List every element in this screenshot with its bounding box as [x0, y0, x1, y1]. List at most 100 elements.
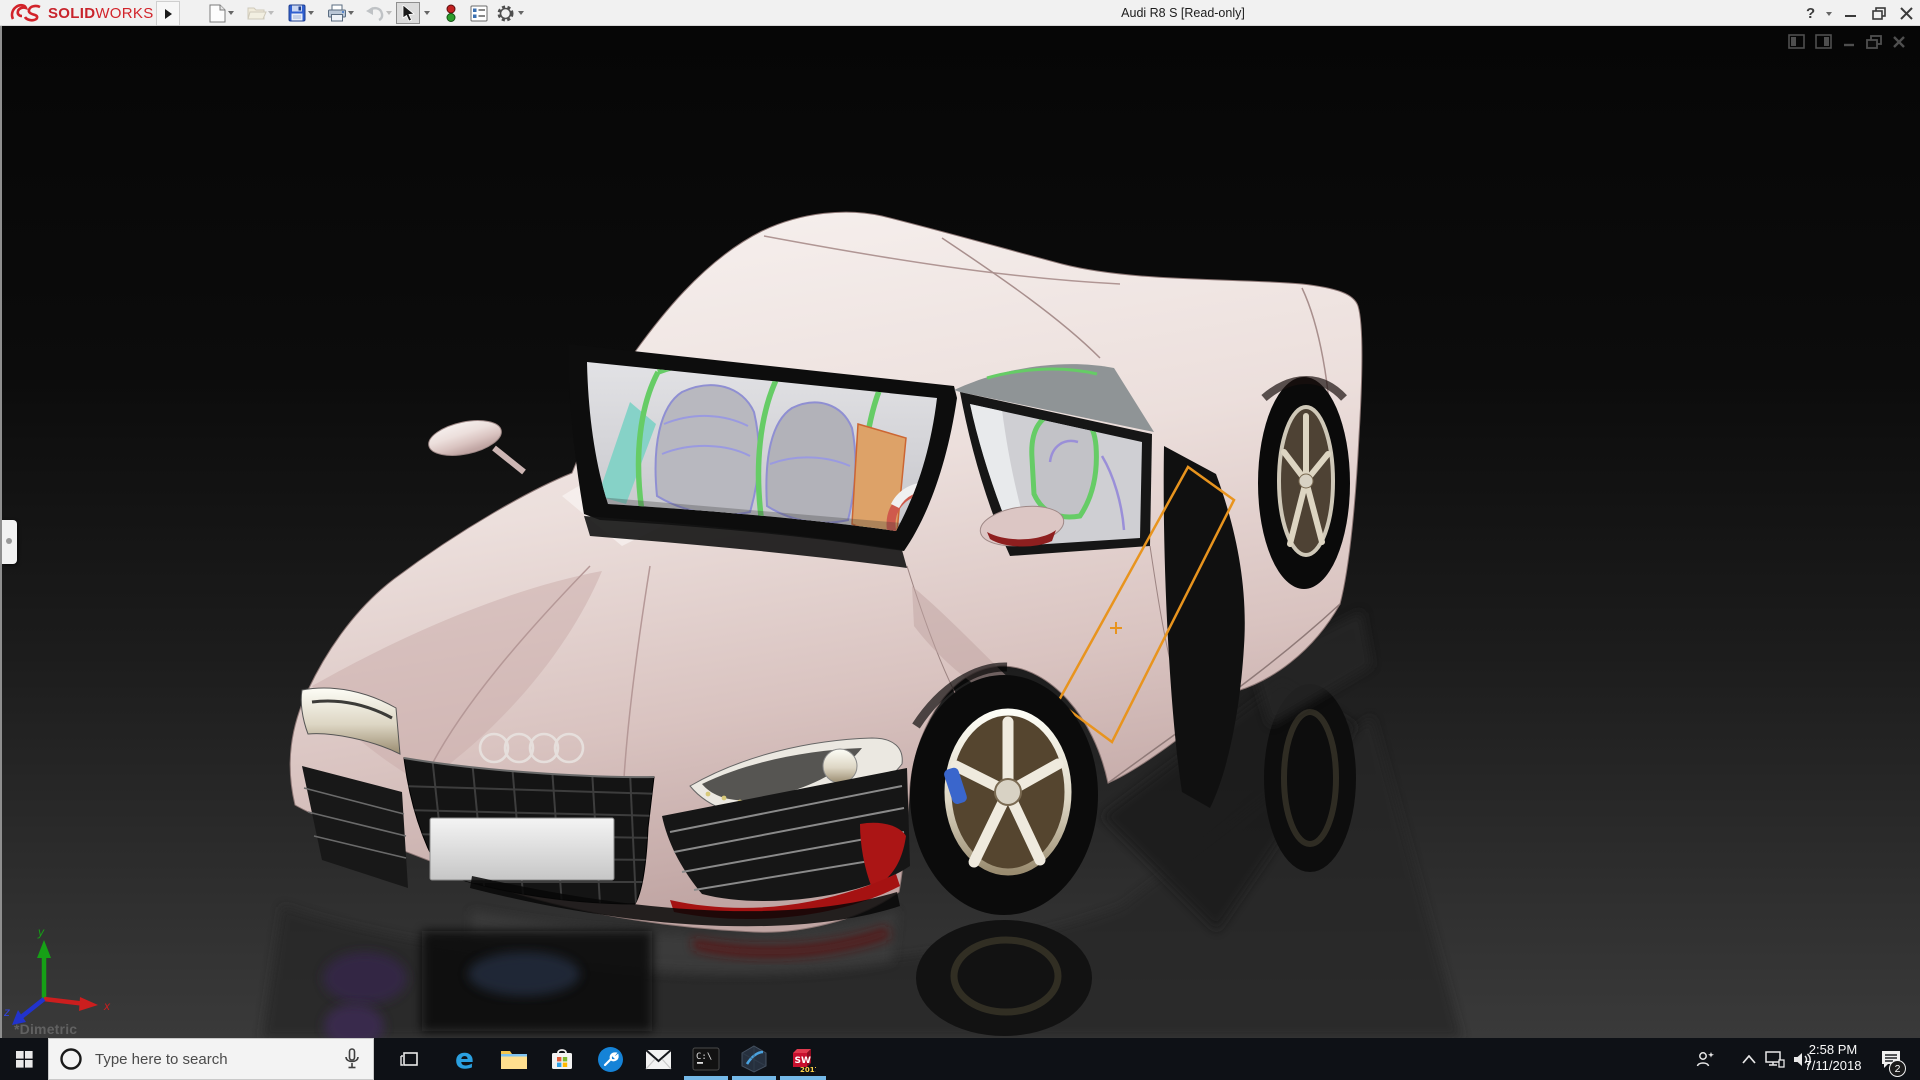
people-button[interactable]	[1690, 1038, 1720, 1080]
command-prompt-icon: C:\	[692, 1047, 720, 1071]
front-wheel[interactable]	[910, 662, 1098, 915]
new-file-dropdown[interactable]	[228, 11, 234, 15]
triad-y-label: y	[37, 925, 45, 939]
svg-text:C:\: C:\	[696, 1052, 712, 1062]
view-orientation-label: *Dimetric	[14, 1021, 78, 1037]
file-explorer-icon	[501, 1050, 527, 1069]
svg-text:SW: SW	[795, 1056, 811, 1066]
options-gear-icon	[497, 5, 513, 21]
pane-toggle-left-icon[interactable]	[1788, 34, 1805, 49]
hexagon-app-icon	[741, 1045, 767, 1073]
task-view-icon	[400, 1052, 418, 1066]
select-tool-button[interactable]	[396, 2, 420, 24]
store-icon	[552, 1049, 572, 1069]
windows-logo-icon	[15, 1050, 33, 1068]
new-file-button[interactable]	[206, 2, 228, 24]
file-properties-button[interactable]	[468, 2, 490, 24]
search-input[interactable]: Type here to search	[48, 1038, 374, 1080]
solidworks-logo-icon	[10, 3, 41, 22]
start-button[interactable]	[0, 1038, 48, 1080]
clock[interactable]: 2:58 PM 7/11/2018	[1794, 1042, 1872, 1074]
svg-text:2017: 2017	[800, 1066, 816, 1073]
titlebar: SOLID WORKS Audi R8 S [Read-only] ?	[0, 0, 1920, 26]
undo-dropdown[interactable]	[386, 11, 392, 15]
network-icon	[1765, 1050, 1785, 1068]
restore-icon	[1872, 6, 1886, 20]
save-button[interactable]	[286, 2, 308, 24]
svg-text:e: e	[455, 1044, 474, 1074]
clock-time: 2:58 PM	[1808, 1042, 1858, 1057]
taskbar-app-mail[interactable]	[634, 1038, 682, 1080]
doc-close-icon[interactable]	[1892, 35, 1906, 49]
new-file-icon	[209, 4, 225, 22]
triad-x-label: x	[103, 999, 111, 1013]
solidworks-2017-icon: SW 2017	[793, 1049, 816, 1073]
orientation-triad: y x z	[4, 925, 111, 1025]
file-properties-icon	[470, 5, 488, 21]
pane-toggle-right-icon[interactable]	[1815, 34, 1832, 49]
chevron-up-icon	[1742, 1054, 1756, 1064]
cortana-icon	[60, 1048, 82, 1070]
app-restore-button[interactable]	[1872, 0, 1886, 26]
brand-logo: SOLID WORKS	[10, 3, 154, 23]
taskbar-app-support-utility[interactable]	[586, 1038, 634, 1080]
car-model-render[interactable]	[2, 26, 1920, 1038]
mail-icon	[644, 1048, 672, 1069]
taskbar-app-edge[interactable]: e	[442, 1038, 490, 1080]
wrench-circle-icon	[597, 1046, 623, 1072]
select-tool-dropdown[interactable]	[424, 11, 430, 15]
rear-wheel[interactable]	[1258, 376, 1350, 589]
taskbar-app-solidworks[interactable]: SW 2017	[778, 1038, 826, 1080]
running-indicator-cmd	[684, 1076, 728, 1080]
taskbar-app-file-explorer[interactable]	[490, 1038, 538, 1080]
doc-restore-icon[interactable]	[1866, 34, 1882, 49]
taskbar-app-visualize[interactable]	[730, 1038, 778, 1080]
open-file-button[interactable]	[246, 2, 268, 24]
microphone-icon[interactable]	[343, 1048, 361, 1070]
help-dropdown[interactable]	[1826, 12, 1832, 16]
taskbar-app-command-prompt[interactable]: C:\	[682, 1038, 730, 1080]
graphics-area[interactable]: y x z *Dimetric	[0, 26, 1920, 1038]
app-minimize-button[interactable]	[1844, 0, 1857, 26]
options-dropdown[interactable]	[518, 11, 524, 15]
save-icon	[288, 4, 306, 22]
taskbar-app-store[interactable]	[538, 1038, 586, 1080]
print-icon	[328, 4, 346, 22]
options-button[interactable]	[494, 2, 516, 24]
save-dropdown[interactable]	[308, 11, 314, 15]
select-arrow-icon	[402, 4, 415, 22]
window-title: Audi R8 S [Read-only]	[1121, 6, 1245, 20]
notification-badge: 2	[1889, 1060, 1906, 1077]
print-dropdown[interactable]	[348, 11, 354, 15]
license-plate	[429, 817, 615, 881]
help-button[interactable]: ?	[1806, 0, 1815, 26]
open-file-dropdown[interactable]	[268, 11, 274, 15]
brand-text-solid: SOLID	[48, 4, 96, 22]
close-icon	[1900, 6, 1913, 20]
document-window-controls	[1788, 34, 1906, 49]
network-button[interactable]	[1760, 1038, 1790, 1080]
task-view-button[interactable]	[386, 1038, 434, 1080]
running-indicator-visualize	[732, 1076, 776, 1080]
traffic-light-icon	[446, 4, 456, 22]
doc-minimize-icon[interactable]	[1842, 35, 1856, 49]
clock-date: 7/11/2018	[1804, 1058, 1862, 1073]
brand-text-works: WORKS	[95, 4, 154, 22]
panel-tab-grip	[6, 538, 12, 544]
front-grille	[403, 757, 655, 905]
people-icon	[1696, 1052, 1714, 1067]
undo-icon	[366, 6, 384, 21]
solidworks-window: SOLID WORKS Audi R8 S [Read-only] ? y x …	[0, 0, 1920, 1080]
edge-icon: e	[455, 1044, 474, 1074]
search-placeholder: Type here to search	[95, 1050, 228, 1068]
feature-panel-tab[interactable]	[2, 520, 17, 564]
minimize-icon	[1845, 14, 1856, 17]
side-mirror-left	[428, 420, 502, 456]
selection-filter-button[interactable]	[440, 2, 462, 24]
app-close-button[interactable]	[1900, 0, 1913, 26]
running-indicator-solidworks	[780, 1076, 826, 1080]
triad-z-label: z	[4, 1005, 10, 1019]
menu-expand-arrow[interactable]	[156, 1, 180, 26]
print-button[interactable]	[326, 2, 348, 24]
undo-button[interactable]	[364, 2, 386, 24]
